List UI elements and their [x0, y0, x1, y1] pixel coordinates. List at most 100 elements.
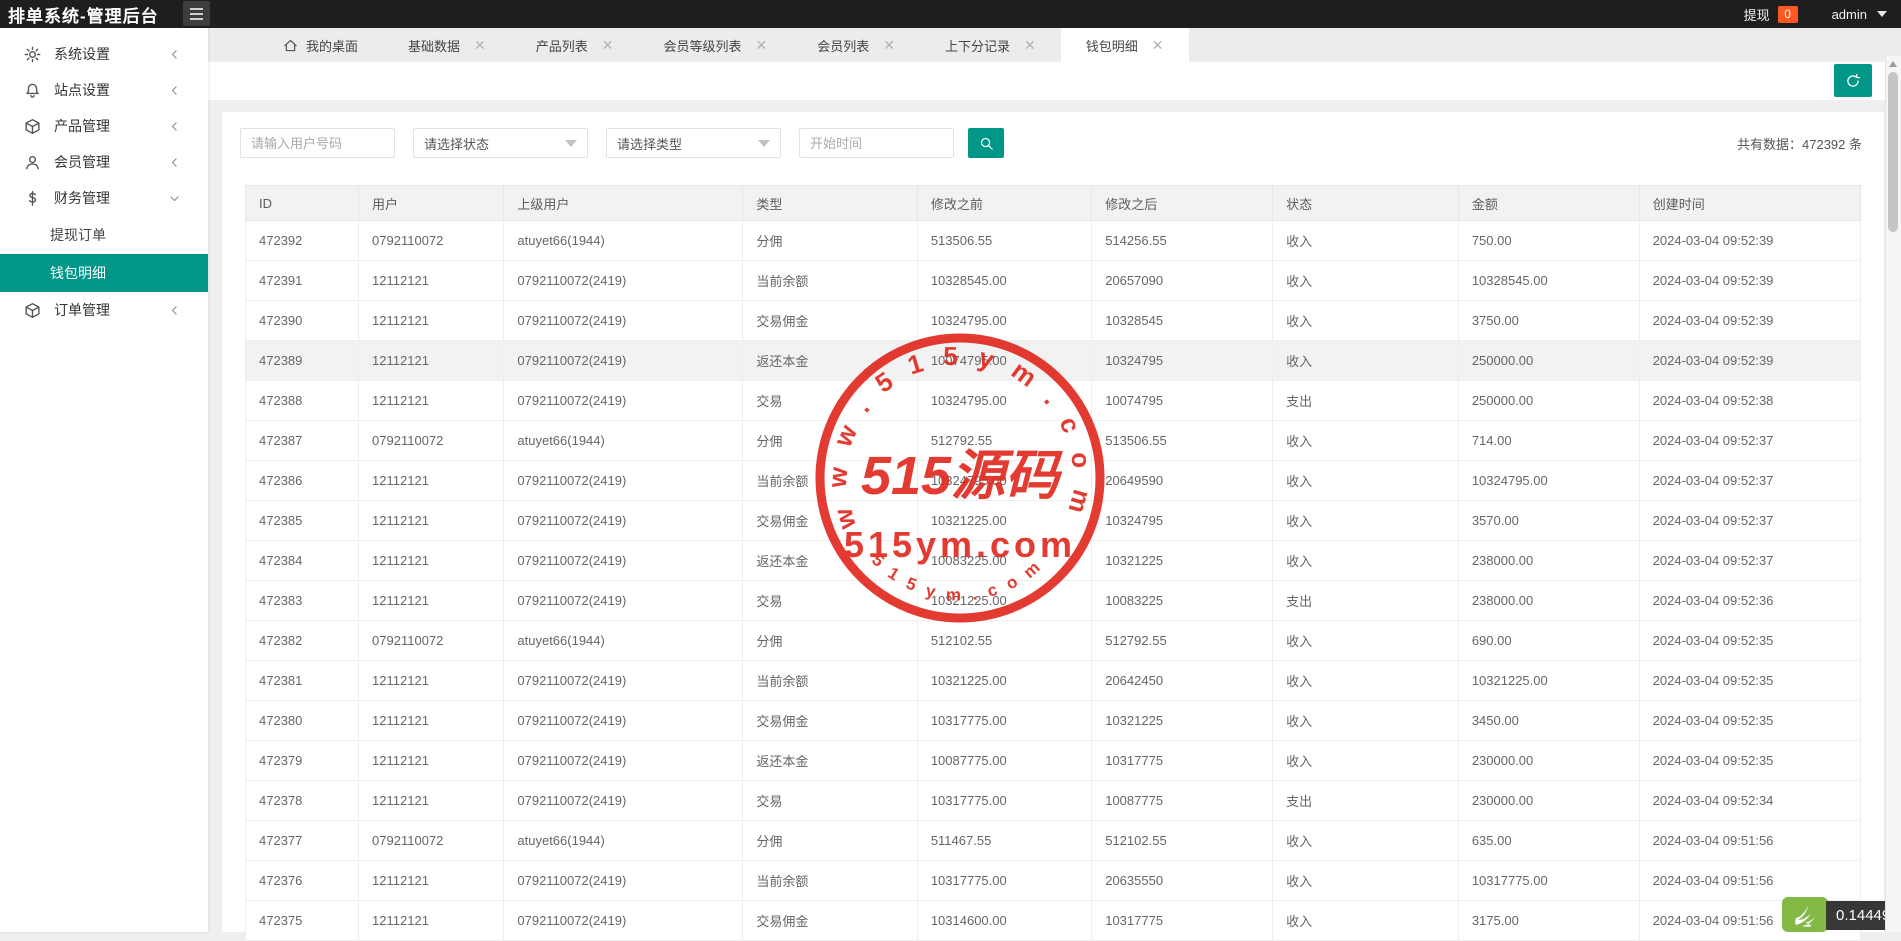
table-cell: 10317775.00: [916, 780, 1093, 821]
type-select[interactable]: 请选择类型: [606, 128, 781, 158]
table-cell: 当前余额: [742, 860, 918, 901]
table-cell: 支出: [1272, 780, 1459, 821]
status-select[interactable]: 请选择状态: [413, 128, 588, 158]
table-cell: 12112121: [358, 780, 505, 821]
table-cell: 0792110072(2419): [503, 580, 744, 621]
table-cell: 10317775.00: [1457, 860, 1640, 901]
table-cell: 472390: [244, 300, 360, 341]
table-cell: 2024-03-04 09:52:35: [1638, 620, 1862, 661]
filter-bar: 请选择状态 请选择类型: [240, 128, 1004, 158]
tab-4[interactable]: 会员列表 ✕: [792, 28, 920, 62]
framework-logo-icon[interactable]: [1782, 897, 1828, 932]
column-header: 用户: [358, 185, 505, 221]
table-cell: 收入: [1272, 260, 1459, 301]
table-cell: 512792.55: [916, 420, 1093, 461]
table-cell: 472377: [244, 820, 360, 861]
tab-label: 钱包明细: [1085, 38, 1138, 54]
tab-label: 产品列表: [535, 38, 588, 54]
sidebar-item-3[interactable]: 会员管理: [0, 144, 208, 180]
table-cell: 250000.00: [1457, 340, 1640, 381]
tab-2[interactable]: 产品列表 ✕: [511, 28, 639, 62]
refresh-button[interactable]: [1834, 64, 1872, 97]
table-cell: 472376: [244, 860, 360, 901]
withdraw-link[interactable]: 提现: [1744, 5, 1770, 24]
scroll-up-arrow-icon[interactable]: [1889, 61, 1897, 67]
table-cell: 12112121: [358, 740, 505, 781]
table-cell: 交易佣金: [742, 700, 918, 741]
table-cell: 0792110072: [358, 420, 505, 461]
vertical-scrollbar[interactable]: [1885, 56, 1901, 932]
table-cell: 20635550: [1091, 860, 1274, 901]
close-icon[interactable]: ✕: [883, 38, 895, 52]
table-cell: 交易: [742, 580, 918, 621]
search-button[interactable]: [968, 128, 1004, 158]
table-cell: atuyet66(1944): [503, 220, 744, 261]
user-menu[interactable]: admin: [1832, 7, 1867, 22]
sidebar-item-2[interactable]: 产品管理: [0, 108, 208, 144]
sidebar-item-0[interactable]: 系统设置: [0, 36, 208, 72]
sidebar-item-4[interactable]: 财务管理: [0, 180, 208, 216]
table-row: 472376 12112121 0792110072(2419) 当前余额 103177…: [244, 860, 1862, 901]
table-cell: 0792110072(2419): [503, 900, 744, 941]
table-cell: 10074795: [1091, 380, 1274, 421]
chevron-down-icon: [758, 139, 770, 147]
table-cell: 10324795.00: [916, 380, 1093, 421]
column-header: 金额: [1457, 185, 1640, 221]
table-cell: 472382: [244, 620, 360, 661]
table-cell: 2024-03-04 09:51:56: [1638, 860, 1862, 901]
close-icon[interactable]: ✕: [1024, 38, 1036, 52]
table-cell: 10087775.00: [916, 740, 1093, 781]
table-cell: 当前余额: [742, 660, 918, 701]
sidebar-item-5[interactable]: 提现订单: [0, 216, 208, 254]
close-icon[interactable]: ✕: [474, 38, 486, 52]
close-icon[interactable]: ✕: [1152, 38, 1164, 52]
sidebar-item-label: 产品管理: [54, 118, 110, 134]
sidebar-item-label: 提现订单: [50, 227, 106, 243]
sidebar-item-7[interactable]: 订单管理: [0, 292, 208, 328]
table-cell: 20649590: [1091, 460, 1274, 501]
tab-3[interactable]: 会员等级列表 ✕: [639, 28, 793, 62]
user-icon: [24, 154, 41, 171]
table-cell: 12112121: [358, 660, 505, 701]
table-cell: 收入: [1272, 740, 1459, 781]
caret-down-icon[interactable]: [1877, 11, 1887, 17]
table-cell: 2024-03-04 09:52:37: [1638, 460, 1862, 501]
table-cell: 3175.00: [1457, 900, 1640, 941]
sidebar-item-label: 站点设置: [54, 82, 110, 98]
table-cell: 512102.55: [1091, 820, 1274, 861]
column-header: ID: [244, 185, 360, 221]
close-icon[interactable]: ✕: [756, 38, 768, 52]
tab-6[interactable]: 钱包明细 ✕: [1060, 28, 1189, 62]
tab-1[interactable]: 基础数据 ✕: [383, 28, 511, 62]
chevron-left-icon: [168, 120, 181, 133]
table-cell: 收入: [1272, 900, 1459, 941]
table-cell: 230000.00: [1457, 780, 1640, 821]
sidebar-item-label: 钱包明细: [50, 265, 106, 281]
user-number-input[interactable]: [240, 128, 395, 158]
sidebar-item-6[interactable]: 钱包明细: [0, 254, 208, 292]
scrollbar-thumb[interactable]: [1888, 72, 1898, 232]
close-icon[interactable]: ✕: [602, 38, 614, 52]
sidebar-collapse-button[interactable]: [183, 1, 210, 26]
table-cell: 472387: [244, 420, 360, 461]
table-cell: 2024-03-04 09:51:56: [1638, 820, 1862, 861]
table-cell: 0792110072(2419): [503, 380, 744, 421]
table-cell: 250000.00: [1457, 380, 1640, 421]
topbar-right: 提现 0 admin: [1744, 0, 1887, 28]
withdraw-count-badge[interactable]: 0: [1777, 5, 1798, 23]
dollar-icon: [24, 190, 41, 207]
table-cell: 472391: [244, 260, 360, 301]
tab-0[interactable]: 我的桌面: [258, 28, 383, 62]
table-row: 472390 12112121 0792110072(2419) 交易佣金 103247…: [244, 300, 1862, 341]
table-cell: 2024-03-04 09:52:38: [1638, 380, 1862, 421]
table-cell: 收入: [1272, 820, 1459, 861]
sidebar-item-1[interactable]: 站点设置: [0, 72, 208, 108]
table-cell: 12112121: [358, 300, 505, 341]
start-time-input[interactable]: [799, 128, 954, 158]
tab-5[interactable]: 上下分记录 ✕: [920, 28, 1061, 62]
table-cell: 2024-03-04 09:52:39: [1638, 260, 1862, 301]
total-count: 共有数据：472392 条: [1737, 137, 1862, 152]
tab-label: 我的桌面: [306, 38, 359, 54]
table-row: 472385 12112121 0792110072(2419) 交易佣金 103212…: [244, 500, 1862, 541]
table-cell: 238000.00: [1457, 540, 1640, 581]
